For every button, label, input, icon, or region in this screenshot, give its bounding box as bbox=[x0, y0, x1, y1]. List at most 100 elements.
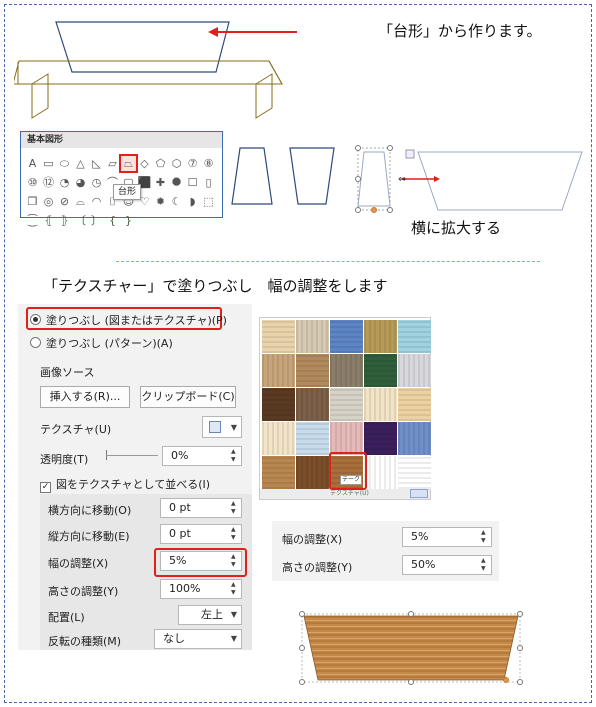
trapezoid-shape-icon[interactable]: ⏢ bbox=[119, 154, 138, 173]
clipboard-button[interactable]: クリップボード(C) bbox=[140, 386, 236, 408]
texture-swatch[interactable] bbox=[262, 388, 295, 421]
texture-swatch[interactable] bbox=[364, 354, 397, 387]
shape-icon[interactable]: 〕 bbox=[89, 213, 104, 228]
texture-swatch[interactable] bbox=[296, 422, 329, 455]
shape-icon[interactable]: 〔 bbox=[73, 213, 88, 228]
texture-swatch[interactable] bbox=[364, 320, 397, 353]
texture-swatch[interactable] bbox=[364, 456, 397, 489]
texture-swatch[interactable] bbox=[262, 354, 295, 387]
shape-icon[interactable]: ⑧ bbox=[201, 156, 216, 171]
shape-icon[interactable]: △ bbox=[73, 156, 88, 171]
shape-icon[interactable]: ❒ bbox=[25, 194, 40, 209]
shape-icon[interactable]: ⁐ bbox=[25, 213, 40, 228]
offset-x-input[interactable]: 0 pt ▲ ▼ bbox=[160, 498, 242, 518]
shape-icon[interactable]: ◇ bbox=[137, 156, 152, 171]
scale-x-input[interactable]: 5% ▲ ▼ bbox=[160, 551, 242, 571]
insert-button[interactable]: 挿入する(R)... bbox=[40, 386, 130, 408]
texture-swatch[interactable] bbox=[398, 320, 431, 353]
transparency-input[interactable]: 0% ▲ ▼ bbox=[162, 446, 242, 466]
texture-swatch[interactable] bbox=[330, 320, 363, 353]
scale-x-label-2: 幅の調整(X) bbox=[282, 533, 343, 546]
scale-panel: 幅の調整(X) 5% ▲ ▼ 高さの調整(Y) 50% ▲ ▼ bbox=[272, 521, 499, 581]
scale-y-input-2[interactable]: 50% ▲ ▼ bbox=[402, 555, 492, 575]
texture-swatch[interactable] bbox=[262, 456, 295, 489]
shape-icon[interactable]: ⬭ bbox=[57, 156, 72, 171]
offset-x-label: 横方向に移動(O) bbox=[48, 504, 132, 517]
right-leg bbox=[255, 73, 273, 119]
chevron-down-icon: ▼ bbox=[230, 634, 237, 643]
chevron-down-icon: ▼ bbox=[230, 610, 237, 619]
shape-icon[interactable]: ⊘ bbox=[57, 194, 72, 209]
transparency-slider-track[interactable] bbox=[106, 455, 158, 456]
texture-swatch[interactable] bbox=[330, 354, 363, 387]
shape-icon[interactable]: ▱ bbox=[105, 156, 120, 171]
shape-icon[interactable]: ✚ bbox=[153, 175, 168, 190]
texture-swatch[interactable] bbox=[398, 354, 431, 387]
texture-swatch[interactable] bbox=[330, 422, 363, 455]
shape-icon[interactable]: ☐ bbox=[185, 175, 200, 190]
texture-swatch[interactable] bbox=[296, 456, 329, 489]
scale-y-label: 高さの調整(Y) bbox=[48, 585, 119, 598]
mirror-label: 反転の種類(M) bbox=[48, 635, 122, 648]
shape-icon[interactable]: ✹ bbox=[153, 194, 168, 209]
left-leg bbox=[31, 73, 49, 119]
shape-icon[interactable]: ⦃ bbox=[41, 213, 56, 228]
shape-icon[interactable]: ⬠ bbox=[153, 156, 168, 171]
caption-make-trapezoid: 「台形」から作ります。 bbox=[378, 22, 542, 40]
shape-icon[interactable]: ◺ bbox=[89, 156, 104, 171]
trapezoid-variants bbox=[231, 147, 335, 205]
shape-icon[interactable]: ⑦ bbox=[185, 156, 200, 171]
offset-y-input[interactable]: 0 pt ▲ ▼ bbox=[160, 524, 242, 544]
shape-icon[interactable]: A bbox=[25, 156, 40, 171]
table-illustration bbox=[14, 21, 297, 119]
texture-swatch[interactable] bbox=[330, 388, 363, 421]
shape-icon[interactable]: ◷ bbox=[89, 175, 104, 190]
stretch-demo: ⇔ bbox=[355, 145, 583, 213]
shape-icon[interactable]: ⯃ bbox=[169, 175, 184, 190]
texture-picker[interactable]: ▼ bbox=[202, 416, 242, 438]
shape-icon[interactable]: { bbox=[105, 213, 120, 228]
fill-texture-radio[interactable]: 塗りつぶし (図またはテクスチャ)(P) bbox=[30, 312, 227, 328]
shape-icon[interactable]: ⑩ bbox=[25, 175, 40, 190]
texture-more-icon[interactable] bbox=[410, 489, 428, 498]
mirror-select[interactable]: なし ▼ bbox=[154, 629, 242, 649]
shape-icon[interactable]: ◎ bbox=[41, 194, 56, 209]
texture-swatch[interactable] bbox=[398, 388, 431, 421]
texture-swatch[interactable] bbox=[262, 320, 295, 353]
shape-icon[interactable]: ⦄ bbox=[57, 213, 72, 228]
shape-icon[interactable]: ⬚ bbox=[201, 194, 216, 209]
shape-icon[interactable]: ◠ bbox=[89, 194, 104, 209]
shape-icon[interactable]: ▯ bbox=[201, 175, 216, 190]
wood-trapezoid-result bbox=[299, 611, 523, 685]
shape-icon[interactable]: ⬡ bbox=[169, 156, 184, 171]
fill-pattern-radio[interactable]: 塗りつぶし (パターン)(A) bbox=[30, 335, 173, 351]
shape-icon[interactable]: ⌓ bbox=[73, 194, 88, 209]
texture-swatch[interactable] bbox=[296, 354, 329, 387]
texture-swatch[interactable] bbox=[262, 422, 295, 455]
alignment-select[interactable]: 左上 ▼ bbox=[178, 605, 242, 625]
offset-y-label: 縦方向に移動(E) bbox=[48, 530, 130, 543]
scale-x-input-2[interactable]: 5% ▲ ▼ bbox=[402, 527, 492, 547]
shape-icon[interactable]: ◕ bbox=[73, 175, 88, 190]
check-icon: ✓ bbox=[40, 482, 51, 493]
texture-swatch[interactable] bbox=[398, 422, 431, 455]
scale-y-input[interactable]: 100% ▲ ▼ bbox=[160, 579, 242, 599]
texture-swatch[interactable] bbox=[364, 422, 397, 455]
texture-swatch[interactable] bbox=[296, 320, 329, 353]
chevron-down-icon: ▼ bbox=[230, 423, 237, 432]
texture-swatch[interactable] bbox=[296, 388, 329, 421]
texture-palette-footer: テクスチャ(U) bbox=[260, 489, 430, 499]
trapezoid-up bbox=[231, 147, 273, 205]
shape-icon[interactable]: ◗ bbox=[185, 194, 200, 209]
selected-texture-tooltip: テーク bbox=[340, 475, 362, 485]
shape-icon[interactable]: ◔ bbox=[57, 175, 72, 190]
shape-icon[interactable]: ⑫ bbox=[41, 175, 56, 190]
shape-icon[interactable]: ☾ bbox=[169, 194, 184, 209]
resize-cursor-icon: ⇔ bbox=[398, 174, 406, 185]
tile-checkbox[interactable]: ✓ 図をテクスチャとして並べる(I) bbox=[40, 476, 210, 493]
texture-swatch[interactable] bbox=[364, 388, 397, 421]
shape-icon[interactable]: ▭ bbox=[41, 156, 56, 171]
texture-swatch[interactable] bbox=[398, 456, 431, 489]
shape-icon[interactable]: } bbox=[121, 213, 136, 228]
image-source-label: 画像ソース bbox=[40, 366, 95, 379]
